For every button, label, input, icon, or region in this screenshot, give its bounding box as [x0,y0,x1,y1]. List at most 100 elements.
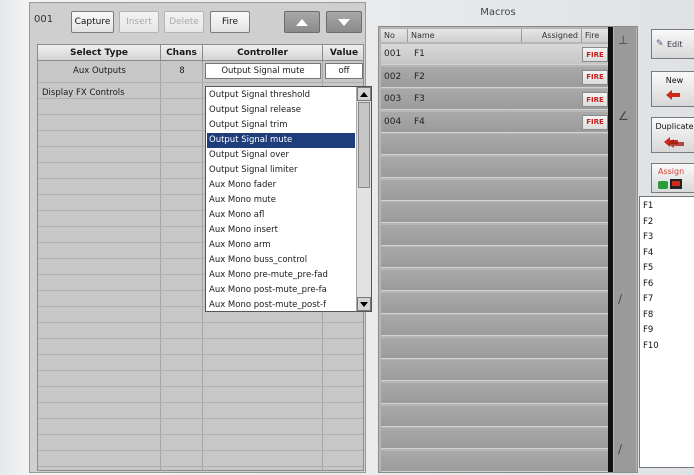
macro-row[interactable] [381,247,610,269]
dropdown-option[interactable]: Output Signal threshold [207,88,355,103]
arrow-up-icon [296,18,308,26]
dropdown-option[interactable]: Output Signal release [207,103,355,118]
column-divider [160,61,161,470]
macro-number: 002 [384,71,402,82]
scroll-up-icon [360,91,368,97]
cell-chans[interactable]: 8 [161,63,203,79]
delete-button[interactable]: Delete [164,11,204,33]
capture-button[interactable]: Capture [71,11,114,33]
macro-row[interactable]: 001 F1 FIRE [381,44,610,65]
macro-row[interactable] [381,428,610,450]
macro-number: 004 [384,116,402,127]
dropdown-option[interactable]: Output Signal limiter [207,163,355,178]
macro-list[interactable]: F1 F2 F3 F4 F5 F6 F7 F8 F9 F10 [639,196,694,468]
macro-scrollbar[interactable] [608,27,613,472]
macro-list-item[interactable]: F8 [643,310,653,320]
macro-row[interactable] [381,202,610,224]
macro-row[interactable] [381,360,610,382]
grid-row-line [38,450,363,451]
value-field[interactable]: off [325,63,363,79]
macro-fire-button[interactable]: FIRE [582,69,608,85]
macro-fire-button[interactable]: FIRE [582,47,608,62]
dropdown-option[interactable]: Output Signal mute [207,133,355,148]
dropdown-option[interactable]: Output Signal over [207,148,355,163]
dropdown-option[interactable]: Aux Mono arm [207,238,355,253]
macro-row[interactable] [381,337,610,359]
new-label: New [665,76,684,85]
controller-dropdown-list[interactable]: Output Signal threshold Output Signal rel… [205,86,372,312]
dropdown-option[interactable]: Aux Mono fader [207,178,355,193]
dropdown-option[interactable]: Aux Mono post-mute_pre-fa [207,283,355,298]
controller-select[interactable]: Output Signal mute [205,63,321,79]
macro-fire-button[interactable]: FIRE [582,114,608,130]
macro-row[interactable] [381,270,610,291]
macro-name: F4 [414,116,425,127]
new-button[interactable]: New [651,71,694,107]
macro-list-item[interactable]: F3 [643,232,653,242]
macro-list-item[interactable]: F7 [643,294,653,304]
column-header-chans[interactable]: Chans [161,45,203,61]
column-header-controller[interactable]: Controller [203,45,323,61]
macro-row[interactable] [381,134,610,156]
dropdown-option[interactable]: Aux Mono buss_control [207,253,355,268]
macro-list-item[interactable]: F4 [643,248,653,258]
macro-list-item[interactable]: F2 [643,217,653,227]
macro-list-item[interactable]: F10 [643,341,659,351]
move-down-button[interactable] [326,11,362,33]
grid-row-line [38,466,363,467]
cell-select-type[interactable]: Aux Outputs [38,63,161,79]
edit-button[interactable]: ✎ Edit [651,29,694,59]
macros-header-assigned[interactable]: Assigned [522,29,582,42]
dropdown-option[interactable]: Aux Mono mute [207,193,355,208]
dropdown-scrollbar[interactable] [356,87,371,311]
column-divider [202,61,203,470]
macro-row[interactable]: 003 F3 FIRE [381,89,610,111]
macro-row[interactable] [381,224,610,246]
scrollbar-thumb[interactable] [358,102,370,188]
column-header-select-type[interactable]: Select Type [38,45,161,61]
macros-header-name[interactable]: Name [408,29,522,42]
track-mark: ∠ [618,109,629,123]
scroll-down-button[interactable] [357,297,371,311]
macro-row[interactable] [381,157,610,178]
grid-row-line [38,370,363,371]
dropdown-option[interactable]: Aux Mono insert [207,223,355,238]
macro-list-item[interactable]: F5 [643,263,653,273]
assign-button[interactable]: Assign [651,163,694,193]
macro-row[interactable] [381,315,610,337]
insert-button[interactable]: Insert [119,11,159,33]
macro-list-item[interactable]: F1 [643,201,653,211]
macros-title: Macros [480,7,516,18]
macro-list-item[interactable]: F9 [643,325,653,335]
macro-row[interactable] [381,383,610,404]
macro-row[interactable] [381,179,610,201]
column-header-value[interactable]: Value [323,45,363,61]
macro-row[interactable] [381,405,610,427]
cell-select-type[interactable]: Display FX Controls [40,85,161,101]
macro-row[interactable]: 004 F4 FIRE [381,111,610,133]
arrow-down-icon [338,18,350,26]
red-arrow-left-icon [666,90,680,100]
macro-number: 001 [384,49,402,59]
dropdown-option[interactable]: Aux Mono pre-mute_pre-fad [207,268,355,283]
macro-number: 003 [384,94,402,105]
duplicate-label: Duplicate [655,122,694,131]
macros-header-fire[interactable]: Fire [582,29,610,42]
dropdown-option[interactable]: Output Signal trim [207,118,355,133]
macros-header-no[interactable]: No [381,29,408,42]
fire-button[interactable]: Fire [210,11,250,33]
macro-row[interactable] [381,450,610,472]
macro-row[interactable]: 002 F2 FIRE [381,66,610,88]
macro-scroll-track[interactable]: ⊥ ∠ ∕ ∕ [614,27,636,472]
duplicate-button[interactable]: Duplicate [651,117,694,153]
edit-pencil-icon: ✎ [656,39,664,49]
dropdown-option[interactable]: Aux Mono post-mute_post-f [207,298,355,313]
macro-list-item[interactable]: F6 [643,279,653,289]
macro-row[interactable] [381,292,610,314]
scroll-up-button[interactable] [357,87,371,101]
edit-label: Edit [667,40,683,49]
grid-row-line [38,338,363,339]
macro-fire-button[interactable]: FIRE [582,92,608,108]
move-up-button[interactable] [284,11,320,33]
dropdown-option[interactable]: Aux Mono afl [207,208,355,223]
